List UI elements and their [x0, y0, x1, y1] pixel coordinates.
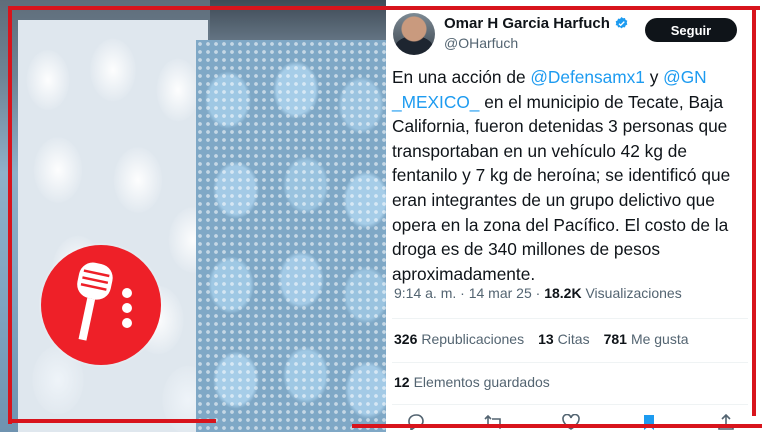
tweet-meta: 9:14 a. m. · 14 mar 25 · 18.2K Visualiza…: [394, 285, 682, 301]
tweet-text-part: y: [644, 67, 664, 87]
likes-count: 781: [603, 331, 627, 347]
meta-separator: ·: [535, 285, 541, 301]
reposts-link[interactable]: 326 Republicaciones: [394, 331, 524, 347]
seized-drugs-photo: [0, 0, 386, 432]
tweet-time[interactable]: 9:14 a. m.: [394, 285, 456, 301]
tweet-stats: 326 Republicaciones 13 Citas 781 Me gusta: [394, 331, 689, 347]
white-bags: [18, 20, 208, 432]
divider: [392, 362, 748, 363]
avatar[interactable]: [393, 13, 435, 55]
tweet-date[interactable]: 14 mar 25: [469, 285, 532, 301]
podcast-logo: [41, 245, 161, 365]
frame-border-bottom: [352, 424, 762, 428]
verified-badge-icon: [615, 16, 628, 29]
divider: [392, 318, 748, 319]
reposts-count: 326: [394, 331, 418, 347]
bookmarks-label: Elementos guardados: [413, 374, 550, 390]
quotes-count: 13: [538, 331, 554, 347]
views-count: 18.2K: [544, 285, 582, 301]
likes-link[interactable]: 781 Me gusta: [604, 331, 689, 347]
tweet-text-part: En una acción de: [392, 67, 531, 87]
quotes-link[interactable]: 13 Citas: [538, 331, 589, 347]
frame-border-bottom: [8, 419, 216, 423]
mention-link[interactable]: @Defensamx1: [530, 67, 645, 87]
quotes-label: Citas: [557, 331, 590, 347]
frame-border-right: [752, 6, 756, 416]
views-label: Visualizaciones: [585, 285, 682, 301]
author-name[interactable]: Omar H Garcia Harfuch: [444, 15, 610, 32]
blue-pill-bags: [196, 40, 386, 432]
divider: [392, 404, 748, 405]
bookmarks-link[interactable]: 12 Elementos guardados: [394, 374, 550, 390]
tweet-text: En una acción de @Defensamx1 y @GN _MEXI…: [392, 65, 752, 286]
frame-border-left: [8, 6, 12, 424]
reposts-label: Republicaciones: [421, 331, 525, 347]
meta-separator: ·: [460, 285, 465, 301]
bookmarks-count: 12: [394, 374, 410, 390]
follow-button[interactable]: Seguir: [645, 18, 737, 42]
likes-label: Me gusta: [630, 331, 689, 347]
tweet-text-part: en el municipio de Tecate, Baja Californ…: [392, 91, 731, 284]
author-row: Omar H Garcia Harfuch: [444, 15, 629, 32]
frame-border-top: [8, 6, 760, 10]
microphone-icon: [77, 262, 132, 341]
tweet-card: Omar H Garcia Harfuch @OHarfuch Seguir E…: [386, 10, 752, 432]
author-handle[interactable]: @OHarfuch: [444, 35, 518, 51]
